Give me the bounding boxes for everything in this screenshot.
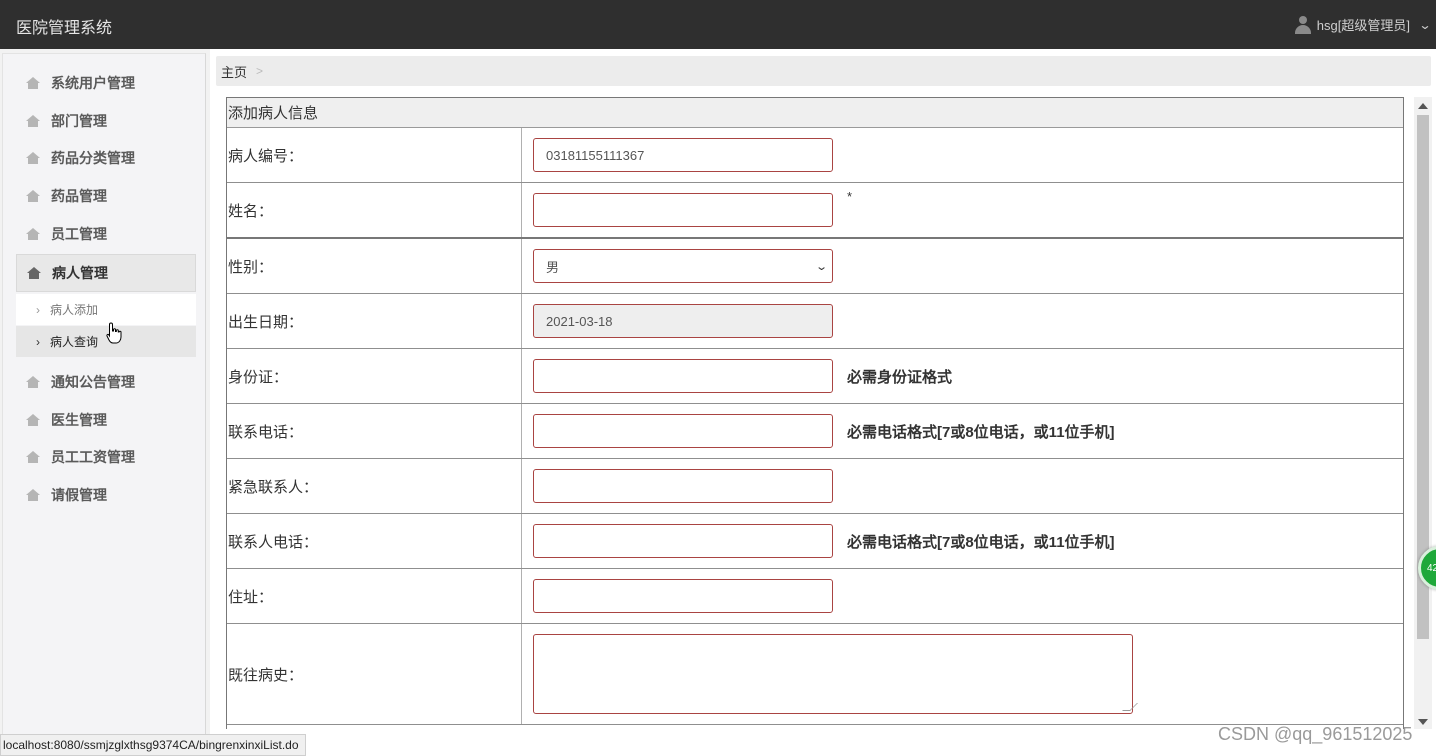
chevron-down-icon: ⌄ [814,260,828,273]
field-label: 住址： [227,569,522,623]
home-icon [26,152,40,164]
form-row-medical-history: 既往病史： [227,624,1403,725]
sidebar-subitem-label: 病人查询 [50,335,99,349]
contact-phone-hint: 必需电话格式[7或8位电话，或11位手机] [847,534,1115,551]
sidebar-item-label: 病人管理 [52,265,108,281]
field-label: 联系人电话： [227,514,522,568]
medical-history-textarea[interactable] [533,634,1138,714]
form-row-id-card: 身份证： 必需身份证格式 [227,349,1403,404]
sidebar-item-label: 药品管理 [51,188,107,204]
form-row-birthdate: 出生日期： 2021-03-18 [227,294,1403,349]
sidebar-item-patients[interactable]: 病人管理 [16,254,196,292]
field-label: 病人编号： [227,128,522,182]
sidebar-item-label: 药品分类管理 [51,150,135,166]
phone-hint: 必需电话格式[7或8位电话，或11位手机] [847,424,1115,441]
sidebar-item-label: 请假管理 [51,487,107,503]
user-menu[interactable]: hsg[超级管理员] ⌄ [1294,15,1432,34]
form-title: 添加病人信息 [227,98,1403,128]
emergency-contact-input[interactable] [533,469,833,503]
sidebar-item-label: 部门管理 [51,113,107,129]
home-icon [26,414,40,426]
sidebar-item-label: 员工工资管理 [51,449,135,465]
required-marker: * [847,189,853,204]
patient-form: 添加病人信息 病人编号： 03181155111367 姓名： * 性别： 男 … [226,97,1404,729]
sidebar-item-departments[interactable]: 部门管理 [16,102,196,140]
address-input[interactable] [533,579,833,613]
floating-badge-text: 42 [1427,562,1436,574]
sidebar-subitem-label: 病人添加 [50,303,99,317]
sidebar-item-system-users[interactable]: 系统用户管理 [16,64,196,102]
field-label: 紧急联系人： [227,459,522,513]
id-card-hint: 必需身份证格式 [847,369,953,386]
home-icon [26,489,40,501]
home-icon [26,115,40,127]
form-row-name: 姓名： * [227,183,1403,239]
sidebar-item-label: 医生管理 [51,412,107,428]
status-bar-url: localhost:8080/ssmjzglxthsg9374CA/bingre… [0,734,306,756]
sidebar-item-leave[interactable]: 请假管理 [16,476,196,514]
watermark: CSDN @qq_961512025 [1218,724,1413,744]
field-label: 性别： [227,239,522,293]
form-row-emergency-contact: 紧急联系人： [227,459,1403,514]
chevron-down-icon: ⌄ [1418,17,1432,32]
field-label: 身份证： [227,349,522,403]
home-icon [26,77,40,89]
user-label: hsg[超级管理员] [1316,18,1410,33]
birthdate-input[interactable]: 2021-03-18 [533,304,833,338]
field-label: 姓名： [227,183,522,237]
sidebar-item-label: 员工管理 [51,226,107,242]
id-card-input[interactable] [533,359,833,393]
chevron-right-icon: › [36,302,40,317]
home-icon [26,451,40,463]
scroll-up-arrow-icon[interactable] [1418,103,1428,109]
gender-select-value: 男 [546,259,560,275]
top-navbar: 医院管理系统 hsg[超级管理员] ⌄ [0,0,1436,49]
app-brand[interactable]: 医院管理系统 [16,14,112,38]
form-row-address: 住址： [227,569,1403,624]
sidebar-item-label: 通知公告管理 [51,374,135,390]
sidebar-item-salaries[interactable]: 员工工资管理 [16,438,196,476]
contact-phone-input[interactable] [533,524,833,558]
sidebar-item-drug-categories[interactable]: 药品分类管理 [16,139,196,177]
sidebar-item-staff[interactable]: 员工管理 [16,215,196,253]
breadcrumb-separator: > [256,64,264,78]
chevron-right-icon: › [36,334,40,349]
field-label: 既往病史： [227,624,522,724]
form-row-patient-id: 病人编号： 03181155111367 [227,128,1403,183]
home-icon [26,228,40,240]
phone-input[interactable] [533,414,833,448]
form-row-contact-phone: 联系人电话： 必需电话格式[7或8位电话，或11位手机] [227,514,1403,569]
hand-cursor-icon [106,322,122,344]
name-input[interactable] [533,193,833,227]
sidebar-item-drugs[interactable]: 药品管理 [16,177,196,215]
form-row-phone: 联系电话： 必需电话格式[7或8位电话，或11位手机] [227,404,1403,459]
user-icon [1294,15,1311,34]
field-label: 联系电话： [227,404,522,458]
field-label: 出生日期： [227,294,522,348]
scroll-down-arrow-icon[interactable] [1418,719,1428,725]
home-icon [27,267,41,279]
sidebar-item-doctors[interactable]: 医生管理 [16,401,196,439]
sidebar-item-label: 系统用户管理 [51,75,135,91]
home-icon [26,190,40,202]
home-icon [26,376,40,388]
breadcrumb-home-link[interactable]: 主页 [221,62,247,81]
breadcrumb: 主页 > [216,56,1431,86]
sidebar-item-notices[interactable]: 通知公告管理 [16,363,196,401]
patient-id-input[interactable]: 03181155111367 [533,138,833,172]
gender-select[interactable]: 男 ⌄ [533,249,833,283]
form-row-gender: 性别： 男 ⌄ [227,239,1403,294]
content-scrollbar[interactable] [1414,97,1432,729]
sidebar-subitem-patient-add[interactable]: › 病人添加 [16,294,196,325]
resize-grip-icon[interactable] [1122,703,1138,711]
